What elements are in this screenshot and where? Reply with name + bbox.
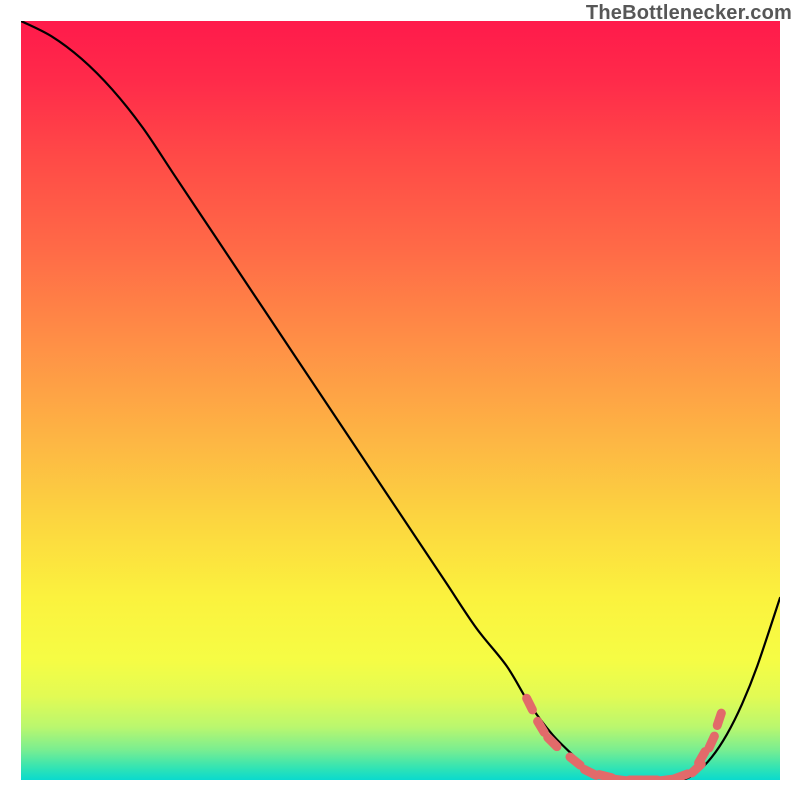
chart-marker [675, 774, 687, 779]
chart-marker [660, 779, 673, 780]
chart-marker [527, 698, 533, 710]
chart-marker [538, 721, 545, 732]
chart-marker [599, 775, 612, 778]
chart-container [21, 21, 780, 780]
chart-marker [717, 713, 721, 725]
watermark-text: TheBottlenecker.com [586, 2, 792, 25]
chart-svg [21, 21, 780, 780]
chart-marker [699, 752, 705, 763]
chart-marker [709, 736, 714, 748]
chart-background [21, 21, 780, 780]
chart-marker [570, 757, 580, 765]
chart-marker [584, 770, 596, 776]
